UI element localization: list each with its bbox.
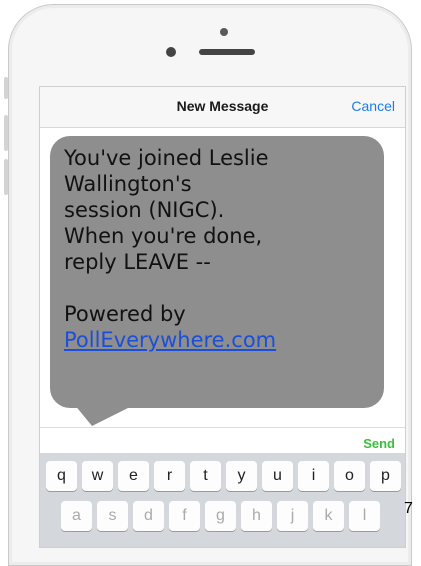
message-line-2: Wallington's: [64, 172, 192, 196]
compose-bar[interactable]: Send: [40, 427, 405, 454]
key-u[interactable]: u: [262, 461, 293, 491]
message-bubble-tail: [74, 404, 136, 426]
key-y[interactable]: y: [226, 461, 257, 491]
cancel-button[interactable]: Cancel: [351, 98, 395, 114]
keyboard: q w e r t y u i o p a s d f g h j k l: [40, 453, 405, 547]
key-e[interactable]: e: [118, 461, 149, 491]
front-camera-icon: [166, 47, 176, 57]
camera-dot: [220, 28, 228, 36]
nav-bar: New Message Cancel: [40, 87, 405, 128]
key-o[interactable]: o: [334, 461, 365, 491]
key-d[interactable]: d: [133, 501, 164, 531]
earpiece-speaker: [199, 49, 255, 55]
message-line-5: reply LEAVE --: [64, 250, 211, 274]
key-w[interactable]: w: [82, 461, 113, 491]
key-a[interactable]: a: [61, 501, 92, 531]
send-button[interactable]: Send: [363, 436, 395, 451]
volume-down-button: [4, 159, 8, 195]
key-k[interactable]: k: [313, 501, 344, 531]
page-number: 7: [404, 500, 413, 517]
key-s[interactable]: s: [97, 501, 128, 531]
powered-by-text: Powered by: [64, 302, 186, 326]
key-q[interactable]: q: [46, 461, 77, 491]
key-j[interactable]: j: [277, 501, 308, 531]
message-text: You've joined Leslie Wallington's sessio…: [64, 145, 384, 353]
key-i[interactable]: i: [298, 461, 329, 491]
key-g[interactable]: g: [205, 501, 236, 531]
message-line-4: When you're done,: [64, 224, 263, 248]
volume-up-button: [4, 115, 8, 151]
keyboard-row-2: a s d f g h j k l: [61, 501, 380, 531]
page-title: New Message: [176, 98, 269, 114]
key-t[interactable]: t: [190, 461, 221, 491]
keyboard-row-1: q w e r t y u i o p: [46, 461, 401, 491]
key-p[interactable]: p: [370, 461, 401, 491]
message-line-1: You've joined Leslie: [64, 146, 269, 170]
polleverywhere-link[interactable]: PollEverywhere.com: [64, 328, 276, 352]
message-line-3: session (NIGC).: [64, 198, 225, 222]
key-h[interactable]: h: [241, 501, 272, 531]
mute-switch: [4, 77, 8, 99]
key-l[interactable]: l: [349, 501, 380, 531]
key-f[interactable]: f: [169, 501, 200, 531]
key-r[interactable]: r: [154, 461, 185, 491]
